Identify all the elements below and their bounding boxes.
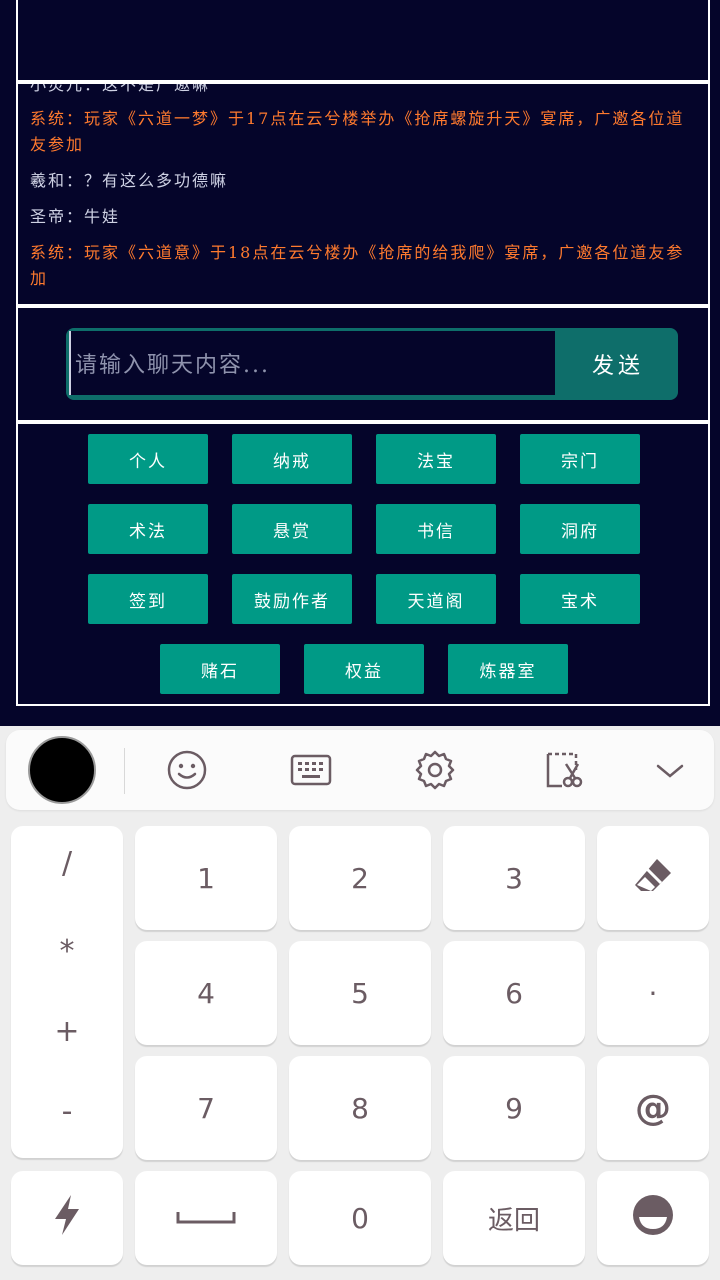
key-5[interactable]: 5 [289, 941, 431, 1045]
menu-button-checkin[interactable]: 签到 [88, 574, 208, 624]
send-button[interactable]: 发送 [558, 328, 678, 400]
menu-button-benefits[interactable]: 权益 [304, 644, 424, 694]
space-icon [176, 1202, 236, 1235]
collapse-icon[interactable] [646, 746, 694, 794]
chat-input[interactable]: 请输入聊天内容... [69, 331, 555, 395]
lightning-icon [51, 1193, 83, 1244]
menu-button-ring[interactable]: 纳戒 [232, 434, 352, 484]
chat-log[interactable]: 小灵儿：这不是广邀嘛 系统：玩家《六道一梦》于17点在云兮楼举办《抢席螺旋升天》… [16, 82, 710, 306]
key-9[interactable]: 9 [443, 1056, 585, 1160]
menu-button-treasure[interactable]: 法宝 [376, 434, 496, 484]
menu-button-cave[interactable]: 洞府 [520, 504, 640, 554]
key-7[interactable]: 7 [135, 1056, 277, 1160]
system-message: 系统：玩家《六道意》于18点在云兮楼办《抢席的给我爬》宴席，广邀各位道友参加 [30, 243, 685, 288]
menu-button-bounty[interactable]: 悬赏 [232, 504, 352, 554]
key-3[interactable]: 3 [443, 826, 585, 930]
keyboard-icon[interactable] [287, 746, 335, 794]
chat-input-wrap: 请输入聊天内容... 发送 [66, 328, 678, 400]
chat-message: 小灵儿：这不是广邀嘛 [30, 82, 211, 94]
quick-key[interactable] [11, 1171, 123, 1265]
symbol-slash[interactable]: / [11, 846, 123, 881]
toolbar-divider [124, 748, 125, 794]
back-key[interactable]: 返回 [443, 1171, 585, 1265]
chat-message: 圣帝：牛娃 [30, 207, 121, 226]
menu-grid: 个人 纳戒 法宝 宗门 术法 悬赏 书信 洞府 签到 鼓励作者 天道阁 宝术 赌… [16, 422, 710, 706]
key-6[interactable]: 6 [443, 941, 585, 1045]
menu-button-personal[interactable]: 个人 [88, 434, 208, 484]
menu-button-spells[interactable]: 术法 [88, 504, 208, 554]
emoji-key[interactable] [597, 1171, 709, 1265]
key-0[interactable]: 0 [289, 1171, 431, 1265]
chat-message: 羲和：？有这么多功德嘛 [30, 171, 229, 190]
emoji-icon[interactable] [163, 746, 211, 794]
symbol-plus[interactable]: + [11, 1014, 123, 1049]
key-1[interactable]: 1 [135, 826, 277, 930]
menu-button-support-author[interactable]: 鼓励作者 [232, 574, 352, 624]
key-4[interactable]: 4 [135, 941, 277, 1045]
game-chat-screen: 小灵儿：这不是广邀嘛 系统：玩家《六道一梦》于17点在云兮楼举办《抢席螺旋升天》… [0, 0, 720, 726]
top-panel [16, 0, 710, 82]
numeric-keyboard: / * + - 1 2 3 4 5 6 · 7 8 9 @ 0 返回 [0, 726, 720, 1280]
eraser-icon [631, 855, 675, 902]
symbol-minus[interactable]: - [11, 1094, 123, 1129]
emoji-face-icon [631, 1193, 675, 1244]
at-key[interactable]: @ [597, 1056, 709, 1160]
symbol-asterisk[interactable]: * [11, 934, 123, 969]
clipboard-icon[interactable] [538, 746, 586, 794]
dot-key[interactable]: · [597, 941, 709, 1045]
delete-key[interactable] [597, 826, 709, 930]
space-key[interactable] [135, 1171, 277, 1265]
menu-button-heaven-pavilion[interactable]: 天道阁 [376, 574, 496, 624]
keyboard-toolbar [6, 730, 714, 810]
menu-button-forge-room[interactable]: 炼器室 [448, 644, 568, 694]
settings-icon[interactable] [411, 746, 459, 794]
symbol-column[interactable]: / * + - [11, 826, 123, 1158]
avatar[interactable] [28, 736, 96, 804]
key-8[interactable]: 8 [289, 1056, 431, 1160]
menu-button-treasure-art[interactable]: 宝术 [520, 574, 640, 624]
key-2[interactable]: 2 [289, 826, 431, 930]
menu-button-sect[interactable]: 宗门 [520, 434, 640, 484]
menu-button-gamble-stone[interactable]: 赌石 [160, 644, 280, 694]
system-message: 系统：玩家《六道一梦》于17点在云兮楼举办《抢席螺旋升天》宴席，广邀各位道友参加 [30, 109, 685, 154]
chat-input-panel: 请输入聊天内容... 发送 [16, 306, 710, 422]
menu-button-letters[interactable]: 书信 [376, 504, 496, 554]
